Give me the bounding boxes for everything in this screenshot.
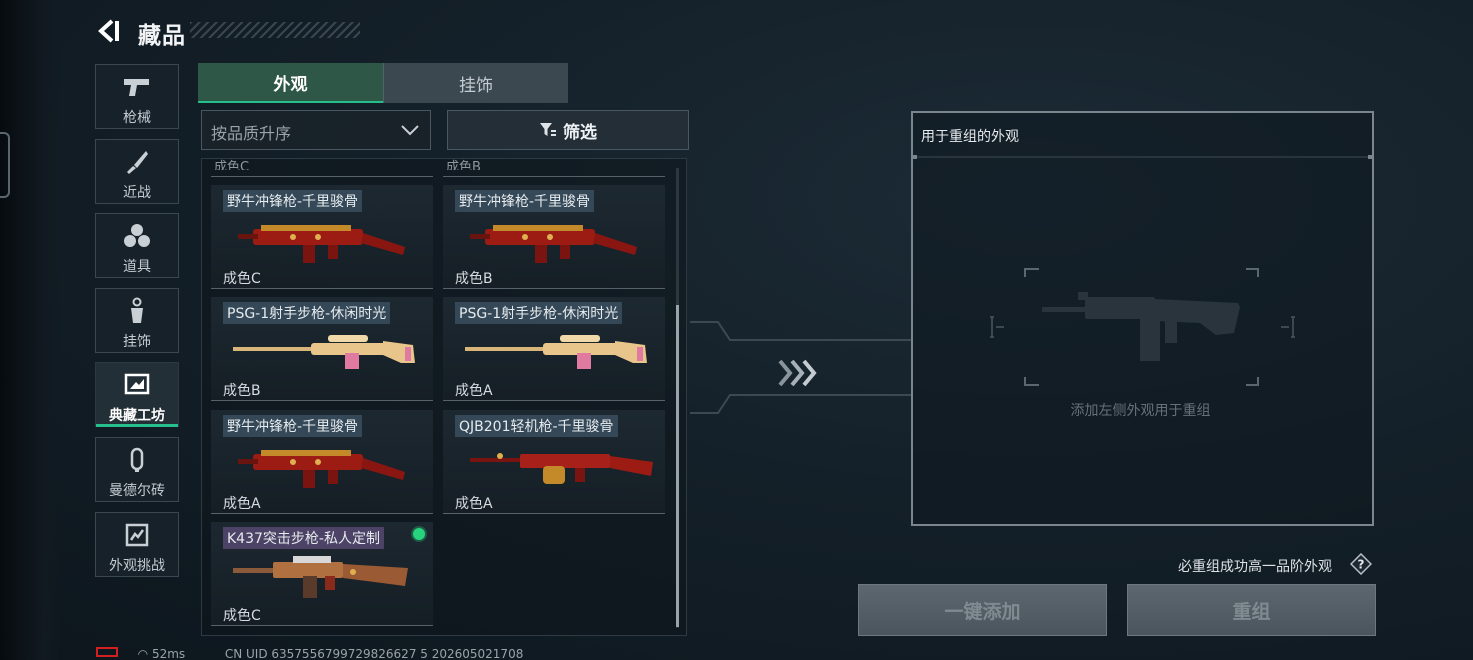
category-mandel-brick[interactable]: 曼德尔砖 (95, 437, 179, 502)
card-wear: 成色A (455, 496, 493, 512)
status-bar: ◠ 52ms CN UID 6357556799729826627 5 2026… (96, 647, 696, 660)
card-wear: 成色C (223, 271, 261, 287)
rifle-skin-image (233, 556, 408, 598)
appearance-card[interactable]: QJB201轻机枪-千里骏骨 成色A (443, 410, 665, 514)
card-wear: 成色C (223, 608, 261, 624)
uid-text: CN UID 6357556799729826627 5 20260502170… (224, 647, 524, 660)
card-wear: 成色A (223, 496, 261, 512)
category-charms[interactable]: 挂饰 (95, 288, 179, 353)
card-divider (443, 176, 665, 177)
category-label: 近战 (123, 185, 151, 201)
category-melee[interactable]: 近战 (95, 139, 179, 204)
category-workshop[interactable]: 典藏工坊 (95, 362, 179, 427)
chevron-down-icon (401, 125, 419, 136)
smg-skin-image (238, 225, 405, 263)
category-appearance-challenge[interactable]: 外观挑战 (95, 512, 179, 577)
category-label: 典藏工坊 (109, 408, 165, 424)
recombine-note: 必重组成功高一品阶外观 (1178, 559, 1332, 575)
sort-value: 按品质升序 (211, 124, 292, 143)
smg-skin-image (470, 225, 637, 263)
triple-chevron-right-icon (778, 359, 817, 387)
wifi-icon: ◠ (137, 647, 149, 660)
appearance-card[interactable]: K437突击步枪-私人定制 成色C (211, 522, 433, 626)
side-drawer-handle[interactable] (0, 132, 10, 198)
filter-icon (540, 123, 556, 136)
category-guns[interactable]: 枪械 (95, 64, 179, 129)
add-all-button[interactable]: 一键添加 (858, 584, 1107, 636)
tab-appearance[interactable]: 外观 (198, 63, 383, 103)
challenge-icon (96, 521, 178, 549)
appearance-card[interactable]: PSG-1射手步枪-休闲时光 成色A (443, 297, 665, 401)
page-title: 藏品 (138, 23, 186, 49)
category-items[interactable]: 道具 (95, 213, 179, 278)
recombine-hint: 添加左侧外观用于重组 (1070, 403, 1211, 419)
panel-divider (911, 155, 1374, 159)
empty-slot-frame (990, 268, 1295, 386)
category-label: 曼德尔砖 (109, 483, 165, 499)
category-label: 道具 (123, 259, 151, 275)
smg-skin-image (238, 450, 405, 488)
back-arrow-icon (98, 19, 119, 43)
appearance-card[interactable]: 野牛冲锋枪-千里骏骨 成色C (211, 185, 433, 289)
battery-icon (96, 647, 118, 657)
new-indicator-dot (413, 528, 425, 540)
partial-card-wear: 成色B (446, 160, 481, 170)
grenade-icon (96, 222, 178, 250)
recombine-button[interactable]: 重组 (1127, 584, 1376, 636)
appearance-card[interactable]: 野牛冲锋枪-千里骏骨 成色B (443, 185, 665, 289)
filter-label: 筛选 (563, 122, 597, 143)
grid-scrollbar-thumb[interactable] (676, 305, 679, 627)
back-button[interactable] (92, 14, 126, 48)
svg-text:?: ? (1358, 558, 1365, 572)
card-wear: 成色B (455, 271, 493, 287)
sniper-skin-image (465, 335, 647, 369)
filter-button[interactable]: 筛选 (447, 110, 689, 150)
pistol-icon (96, 73, 178, 101)
recombine-slot[interactable] (990, 267, 1295, 387)
knife-icon (96, 148, 178, 176)
partial-card-wear: 成色C (214, 160, 250, 170)
help-icon[interactable]: ? (1350, 553, 1372, 575)
card-wear: 成色A (455, 383, 493, 399)
rifle-placeholder-icon (1042, 292, 1240, 361)
workshop-icon (96, 371, 178, 399)
mandel-brick-icon (96, 446, 178, 474)
title-decoration (190, 22, 360, 38)
ping-value: 52ms (151, 647, 186, 660)
card-wear: 成色B (223, 383, 261, 399)
recombine-panel-title: 用于重组的外观 (921, 129, 1019, 145)
category-label: 外观挑战 (109, 558, 165, 574)
appearance-card[interactable]: 野牛冲锋枪-千里骏骨 成色A (211, 410, 433, 514)
sniper-skin-image (233, 335, 415, 369)
left-edge-shade (0, 0, 62, 660)
lmg-skin-image (470, 453, 653, 484)
tab-pendant[interactable]: 挂饰 (383, 63, 568, 103)
card-divider (211, 176, 433, 177)
appearance-card[interactable]: PSG-1射手步枪-休闲时光 成色B (211, 297, 433, 401)
charm-icon (96, 297, 178, 325)
category-label: 挂饰 (123, 334, 151, 350)
category-label: 枪械 (123, 110, 151, 126)
sort-dropdown[interactable]: 按品质升序 (201, 110, 431, 150)
